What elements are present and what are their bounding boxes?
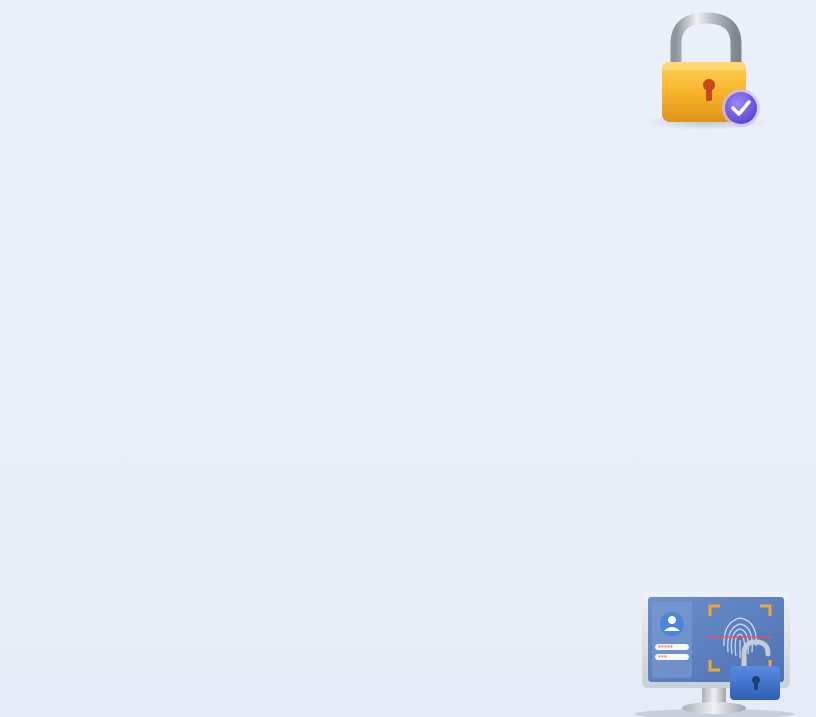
padlock-check-illustration [638, 12, 778, 137]
padlock-icon [644, 12, 768, 130]
user-avatar-icon [668, 616, 676, 624]
monitor-fingerprint-illustration: ***** *** [628, 588, 800, 717]
monitor-icon: ***** *** [634, 592, 794, 717]
background-canvas: ***** *** [0, 0, 816, 717]
password-mask-2: *** [658, 655, 667, 662]
password-mask-1: ***** [658, 645, 673, 652]
check-badge [725, 92, 757, 124]
